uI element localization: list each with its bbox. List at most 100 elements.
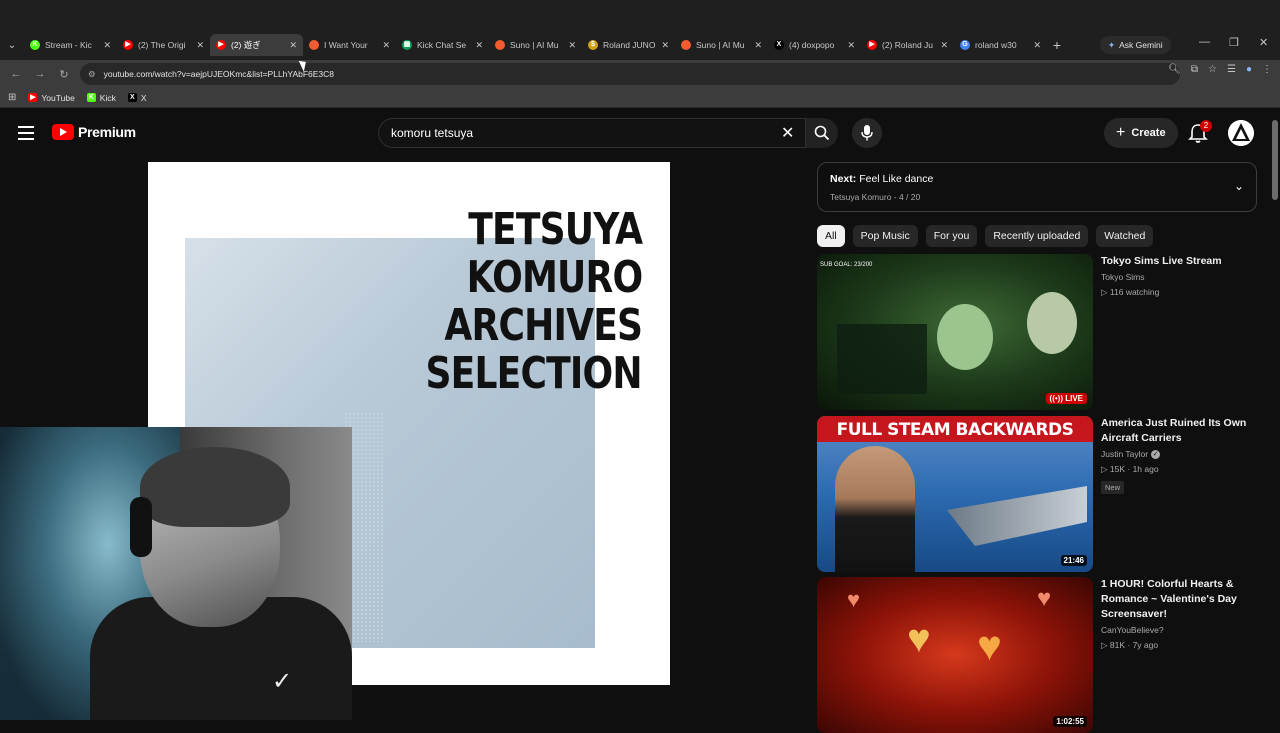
- heart-shape: ♥: [977, 622, 1002, 669]
- thumbnail-text: SUB GOAL: 23/200: [820, 262, 873, 268]
- tab-close-icon[interactable]: ✕: [475, 40, 483, 51]
- avatar-icon: [1228, 120, 1254, 146]
- browser-tab[interactable]: ▶ (2) Roland Ju ✕: [861, 34, 954, 56]
- tab-search-chevron-icon[interactable]: ⌄: [0, 34, 24, 56]
- bookmark-favicon-icon: X: [127, 93, 137, 102]
- minimize-window-icon[interactable]: —: [1199, 36, 1210, 48]
- bookmark-star-icon[interactable]: ☆: [1208, 64, 1217, 75]
- close-window-icon[interactable]: ✕: [1259, 36, 1268, 49]
- browser-tab[interactable]: ▦ Kick Chat Se ✕: [396, 34, 489, 56]
- video-title[interactable]: America Just Ruined Its Own Aircraft Car…: [1101, 416, 1261, 446]
- apps-grid-icon[interactable]: ⊞: [8, 92, 16, 103]
- menu-icon[interactable]: [18, 126, 34, 140]
- browser-tab[interactable]: ▶ (2) The Origi ✕: [117, 34, 210, 56]
- video-title[interactable]: Tokyo Sims Live Stream: [1101, 254, 1261, 269]
- tab-close-icon[interactable]: ✕: [847, 40, 855, 51]
- browser-tab[interactable]: ▶ (2) 遊ぎ ✕: [210, 34, 303, 56]
- recommendation-item[interactable]: ♥ ♥ ♥ ♥ 1:02:55 1 HOUR! Colorful Hearts …: [817, 577, 1267, 733]
- create-button[interactable]: + Create: [1104, 118, 1178, 148]
- account-avatar[interactable]: [1228, 120, 1254, 146]
- aircraft-carrier: [947, 486, 1087, 546]
- playlist-next: Next: Feel Like dance: [830, 173, 934, 185]
- tab-close-icon[interactable]: ✕: [103, 40, 111, 51]
- chip-pop-music[interactable]: Pop Music: [852, 225, 918, 247]
- tab-close-icon[interactable]: ✕: [754, 40, 762, 51]
- tab-close-icon[interactable]: ✕: [289, 40, 297, 51]
- browser-tab[interactable]: I Want Your ✕: [303, 34, 396, 56]
- bookmark-item[interactable]: ▶ YouTube: [28, 93, 75, 103]
- browser-menu-icon[interactable]: ⋮: [1262, 64, 1272, 75]
- microphone-icon: [861, 125, 873, 141]
- address-bar[interactable]: ⚙ youtube.com/watch?v=aejpUJEOKmc&list=P…: [80, 63, 1180, 85]
- browser-tab[interactable]: X (4) doxpopo ✕: [768, 34, 861, 56]
- tab-close-icon[interactable]: ✕: [940, 40, 948, 51]
- bookmark-favicon-icon: K: [86, 93, 96, 102]
- zoom-icon[interactable]: 🔍︎: [1168, 64, 1181, 75]
- browser-tab[interactable]: $ Roland JUNO ✕: [582, 34, 675, 56]
- video-meta: Tokyo Sims Live Stream Tokyo Sims ▷ 116 …: [1101, 254, 1261, 298]
- video-thumbnail[interactable]: ♥ ♥ ♥ ♥ 1:02:55: [817, 577, 1093, 733]
- chip-for-you[interactable]: For you: [925, 225, 978, 247]
- browser-tab[interactable]: Groland w30 ✕: [954, 34, 1047, 56]
- bookmark-label: Kick: [99, 92, 116, 103]
- channel-name[interactable]: Tokyo Sims: [1101, 272, 1261, 282]
- page-scrollbar[interactable]: [1272, 120, 1278, 200]
- video-title-line: SELECTION: [425, 348, 643, 399]
- search-input[interactable]: komoru tetsuya: [378, 118, 806, 148]
- back-arrow-icon[interactable]: ←: [4, 68, 28, 80]
- browser-tab[interactable]: K Stream - Kic ✕: [24, 34, 117, 56]
- tab-favicon-icon: $: [588, 40, 598, 50]
- chip-all[interactable]: All: [817, 225, 845, 247]
- duration-badge: 1:02:55: [1053, 716, 1087, 727]
- tab-favicon-icon: ▶: [216, 40, 226, 50]
- tab-favicon-icon: [681, 40, 691, 50]
- video-thumbnail[interactable]: SUB GOAL: 23/200 ((•)) LIVE: [817, 254, 1093, 410]
- verified-check-icon: ✓: [1151, 449, 1161, 459]
- heart-shape: ♥: [1037, 585, 1052, 612]
- video-title[interactable]: 1 HOUR! Colorful Hearts & Romance ~ Vale…: [1101, 577, 1261, 622]
- profile-icon[interactable]: ●: [1246, 64, 1252, 75]
- clear-search-icon[interactable]: ✕: [781, 123, 794, 143]
- reading-list-icon[interactable]: ☰: [1227, 64, 1236, 75]
- heart-shape: ♥: [907, 617, 931, 661]
- duration-badge: 21:46: [1060, 555, 1087, 566]
- tab-close-icon[interactable]: ✕: [568, 40, 576, 51]
- bookmarks-bar: ⊞ ▶ YouTube K Kick X X: [0, 88, 1280, 108]
- new-badge: New: [1101, 481, 1125, 494]
- search-button[interactable]: [806, 118, 838, 148]
- video-stats: ▷ 116 watching: [1101, 287, 1160, 297]
- tab-close-icon[interactable]: ✕: [382, 40, 390, 51]
- chip-recently-uploaded[interactable]: Recently uploaded: [985, 225, 1089, 247]
- tab-close-icon[interactable]: ✕: [196, 40, 204, 51]
- video-meta: 1 HOUR! Colorful Hearts & Romance ~ Vale…: [1101, 577, 1261, 651]
- browser-tab[interactable]: Suno | AI Mu ✕: [489, 34, 582, 56]
- maximize-window-icon[interactable]: ❐: [1229, 36, 1239, 49]
- bookmark-label: X: [140, 92, 147, 103]
- chevron-down-icon[interactable]: ⌄: [1234, 179, 1244, 193]
- bookmark-item[interactable]: K Kick: [86, 92, 116, 103]
- tab-title: (4) doxpopo: [789, 40, 835, 50]
- video-title-line: KOMURO: [466, 252, 643, 303]
- playlist-panel[interactable]: Next: Feel Like dance Tetsuya Komuro - 4…: [817, 162, 1257, 212]
- bookmark-item[interactable]: XX: [127, 92, 147, 103]
- chip-watched[interactable]: Watched: [1096, 225, 1154, 247]
- search-icon: [814, 125, 830, 141]
- channel-name[interactable]: Justin Taylor ✓: [1101, 449, 1261, 459]
- new-tab-icon[interactable]: +: [1047, 37, 1067, 53]
- channel-name[interactable]: CanYouBelieve?: [1101, 625, 1261, 635]
- tab-close-icon[interactable]: ✕: [661, 40, 669, 51]
- install-app-icon[interactable]: ⧉: [1191, 64, 1198, 75]
- toolbar-actions: 🔍︎ ⧉ ☆ ☰ ● ⋮: [1168, 64, 1272, 75]
- site-info-icon[interactable]: ⚙: [88, 69, 96, 80]
- forward-arrow-icon[interactable]: →: [28, 68, 52, 80]
- ask-gemini-button[interactable]: ✦ Ask Gemini: [1100, 36, 1171, 54]
- reload-icon[interactable]: ↻: [52, 68, 76, 81]
- browser-tab[interactable]: Suno | AI Mu ✕: [675, 34, 768, 56]
- youtube-logo[interactable]: Premium: [52, 124, 136, 140]
- recommendation-item[interactable]: SUB GOAL: 23/200 ((•)) LIVE Tokyo Sims L…: [817, 254, 1267, 410]
- recommendation-item[interactable]: FULL STEAM BACKWARDS 21:46 America Just …: [817, 416, 1267, 572]
- tab-close-icon[interactable]: ✕: [1033, 40, 1041, 51]
- filter-chips: All Pop Music For you Recently uploaded …: [817, 225, 1154, 247]
- video-thumbnail[interactable]: FULL STEAM BACKWARDS 21:46: [817, 416, 1093, 572]
- voice-search-button[interactable]: [852, 118, 882, 148]
